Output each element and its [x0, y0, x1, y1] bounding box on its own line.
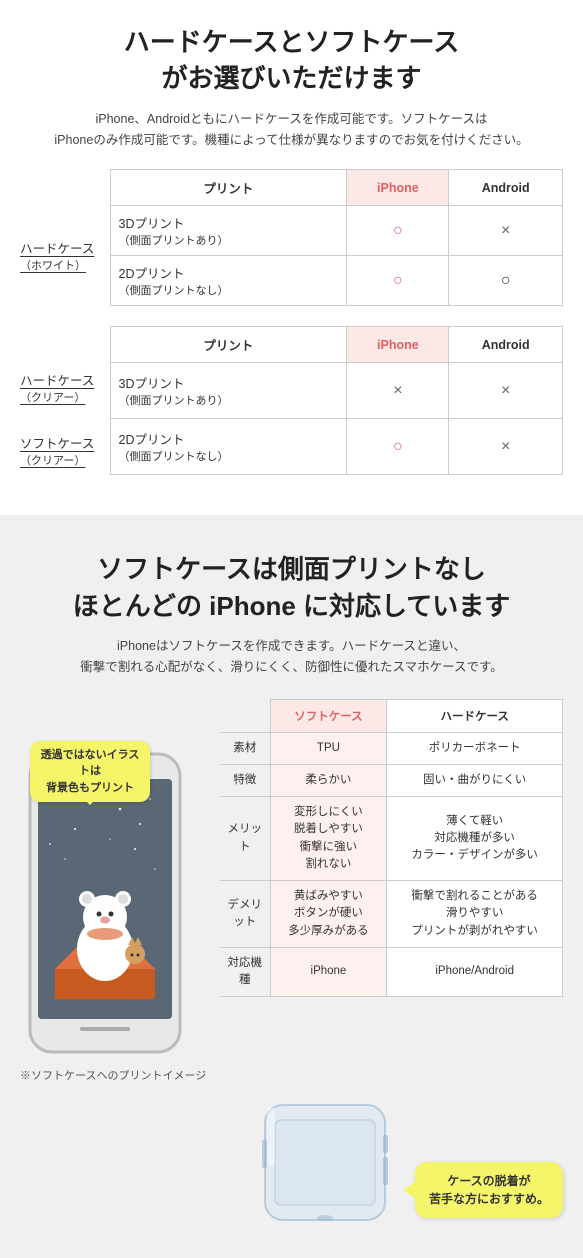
table2-rowlabel-hard-clear: ハードケース （クリアー） ソフトケース （クリアー） — [20, 363, 110, 475]
row-soft-feature: 柔らかい — [270, 764, 387, 796]
table1-2d-android: ○ — [449, 256, 563, 306]
section2-subtitle: iPhoneはソフトケースを作成できます。ハードケースと違い、 衝撃で割れる心配… — [20, 636, 563, 679]
table1-iphone-header: iPhone — [347, 170, 449, 206]
table1-2d-label: 2Dプリント（側面プリントなし） — [110, 256, 347, 306]
row-hard-material: ポリカーボネート — [387, 732, 563, 764]
section2-title: ソフトケースは側面プリントなしほとんどの iPhone に対応しています — [20, 551, 563, 624]
table2-container: プリント iPhone Android ハードケース （クリアー） ソフトケース… — [20, 326, 563, 475]
section1-subtitle: iPhone、Androidともにハードケースを作成可能です。ソフトケースは i… — [20, 109, 563, 152]
row-header-merit: メリット — [220, 797, 270, 881]
table1-3d-label: 3Dプリント（側面プリントあり） — [110, 206, 347, 256]
comp-table-empty — [220, 699, 270, 732]
table1-print-header: プリント — [110, 170, 347, 206]
section1: ハードケースとソフトケースがお選びいただけます iPhone、Androidとも… — [0, 0, 583, 515]
table1-android-header: Android — [449, 170, 563, 206]
row-soft-demerit: 黄ばみやすいボタンが硬い多少厚みがある — [270, 881, 387, 948]
comp-table-hard-header: ハードケース — [387, 699, 563, 732]
table-row: 素材 TPU ポリカーボネート — [220, 732, 563, 764]
table-row: メリット 変形しにくい脱着しやすい衝撃に強い割れない 薄くて軽い対応機種が多いカ… — [220, 797, 563, 881]
table1-3d-iphone: ○ — [347, 206, 449, 256]
row-hard-demerit: 衝撃で割れることがある滑りやすいプリントが剥がれやすい — [387, 881, 563, 948]
clear-case-illustration — [245, 1095, 405, 1228]
clear-case-svg — [245, 1095, 405, 1225]
table2-3d-android: × — [449, 363, 563, 419]
bubble-arrow — [403, 1182, 415, 1198]
table-row: 特徴 柔らかい 固い・曲がりにくい — [220, 764, 563, 796]
table2-iphone-header: iPhone — [347, 327, 449, 363]
section-separator — [0, 515, 583, 527]
row-hard-model: iPhone/Android — [387, 947, 563, 997]
main-title: ハードケースとソフトケースがお選びいただけます — [20, 24, 563, 97]
table-row: デメリット 黄ばみやすいボタンが硬い多少厚みがある 衝撃で割れることがある滑りや… — [220, 881, 563, 948]
row-header-demerit: デメリット — [220, 881, 270, 948]
row-soft-material: TPU — [270, 732, 387, 764]
comparison-table: ソフトケース ハードケース 素材 TPU ポリカーボネート 特徴 柔らかい 固い… — [220, 699, 563, 998]
section2: ソフトケースは側面プリントなしほとんどの iPhone に対応しています iPh… — [0, 527, 583, 1257]
bottom-section: ケースの脱着が苦手な方におすすめ。 — [20, 1095, 563, 1228]
row-header-material: 素材 — [220, 732, 270, 764]
table2-print-header: プリント — [110, 327, 347, 363]
table-row: 対応機種 iPhone iPhone/Android — [220, 947, 563, 997]
bottom-bubble-wrapper: ケースの脱着が苦手な方におすすめ。 — [415, 1162, 563, 1218]
table1-rowlabel-hard-white: ハードケース （ホワイト） — [20, 206, 110, 306]
bottom-detach-bubble: ケースの脱着が苦手な方におすすめ。 — [415, 1162, 563, 1218]
table1-container: プリント iPhone Android ハードケース （ホワイト） 3Dプリント… — [20, 169, 563, 306]
soft-case-note: ※ソフトケースへのプリントイメージ — [20, 1067, 210, 1083]
row-header-feature: 特徴 — [220, 764, 270, 796]
table1-2d-iphone: ○ — [347, 256, 449, 306]
table2-3d-iphone: × — [347, 363, 449, 419]
table1: プリント iPhone Android ハードケース （ホワイト） 3Dプリント… — [20, 169, 563, 306]
row-hard-merit: 薄くて軽い対応機種が多いカラー・デザインが多い — [387, 797, 563, 881]
table2-3d-label: 3Dプリント（側面プリントあり） — [110, 363, 347, 419]
table2-2d-android: × — [449, 419, 563, 475]
comp-table-soft-header: ソフトケース — [270, 699, 387, 732]
table2-android-header: Android — [449, 327, 563, 363]
row-hard-feature: 固い・曲がりにくい — [387, 764, 563, 796]
table2-2d-label: 2Dプリント（側面プリントなし） — [110, 419, 347, 475]
phone-illustration-col: 透過ではないイラストは背景色もプリント — [20, 699, 210, 1083]
phone-label-bubble: 透過ではないイラストは背景色もプリント — [30, 741, 150, 803]
phone-table-layout: 透過ではないイラストは背景色もプリント — [20, 699, 563, 1083]
table1-empty-header — [20, 170, 110, 206]
row-soft-model: iPhone — [270, 947, 387, 997]
row-soft-merit: 変形しにくい脱着しやすい衝撃に強い割れない — [270, 797, 387, 881]
comparison-table-col: ソフトケース ハードケース 素材 TPU ポリカーボネート 特徴 柔らかい 固い… — [220, 699, 563, 998]
table2: プリント iPhone Android ハードケース （クリアー） ソフトケース… — [20, 326, 563, 475]
row-header-model: 対応機種 — [220, 947, 270, 997]
table1-3d-android: × — [449, 206, 563, 256]
table2-empty-header — [20, 327, 110, 363]
table2-2d-iphone: ○ — [347, 419, 449, 475]
phone-wrapper: 透過ではないイラストは背景色もプリント — [20, 749, 195, 1059]
